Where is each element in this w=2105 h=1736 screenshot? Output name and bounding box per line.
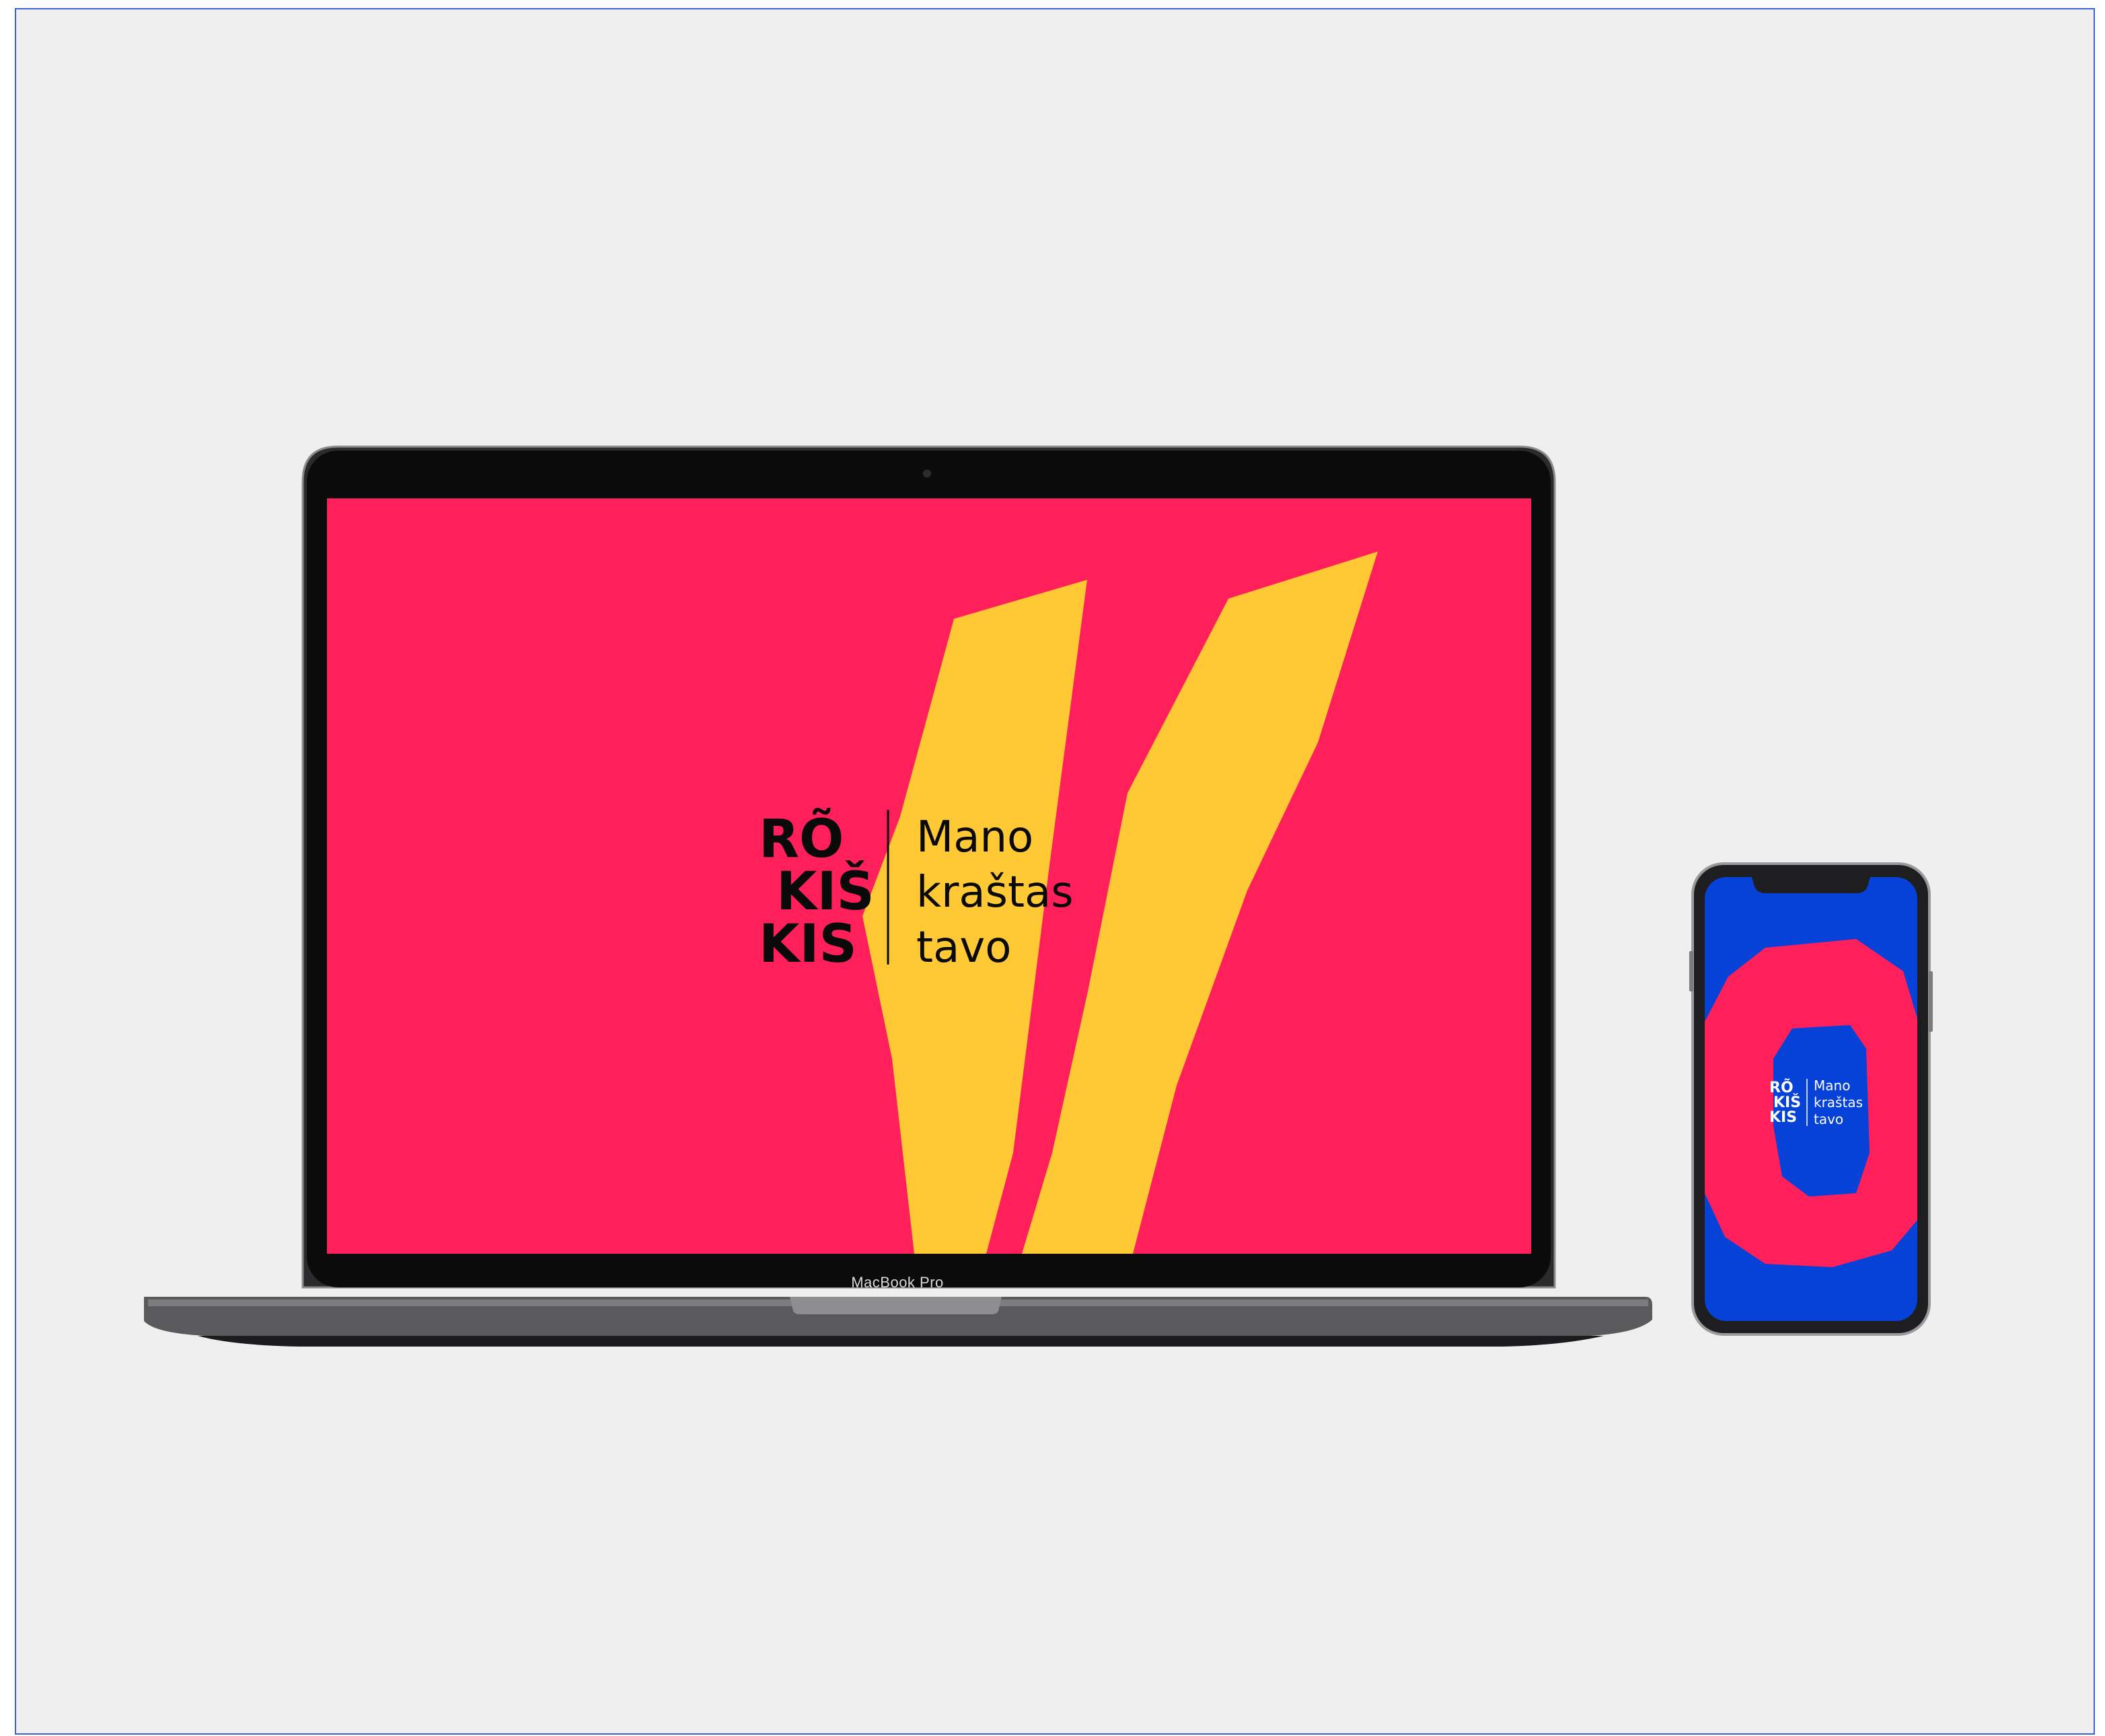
camera-icon [923,469,931,478]
laptop: RÕ KIŠ KIS Mano kraštas tavo MacBook Pro [144,445,1652,1347]
tagline-line-2: kraštas [916,868,1074,917]
phone-side-button-right [1929,971,1933,1032]
phone-tagline-line-1: Mano [1814,1078,1850,1094]
phone: RÕ KIŠ KIS Mano kraštas tavo [1689,862,1933,1336]
laptop-base-shadow [198,1336,1604,1347]
logo-letters-line-2: KIŠ [776,860,875,922]
tagline-line-1: Mano [916,813,1033,862]
tagline-line-3: tavo [916,923,1011,973]
device-mockup: RÕ KIŠ KIS Mano kraštas tavo MacBook Pro… [144,445,1933,1347]
phone-logo-line-3: KIS [1769,1109,1797,1126]
phone-side-button-left [1689,951,1693,991]
phone-notch [1752,877,1870,893]
logo-letters-line-1: RÕ [759,808,844,870]
phone-tagline-line-3: tavo [1814,1111,1843,1127]
logo-letters-line-3: KIS [759,914,857,975]
canvas-frame: RÕ KIŠ KIS Mano kraštas tavo MacBook Pro… [15,8,2095,1735]
laptop-model-label: MacBook Pro [851,1274,944,1291]
laptop-trackpad-notch [790,1297,1002,1314]
phone-tagline-line-2: kraštas [1814,1094,1863,1110]
